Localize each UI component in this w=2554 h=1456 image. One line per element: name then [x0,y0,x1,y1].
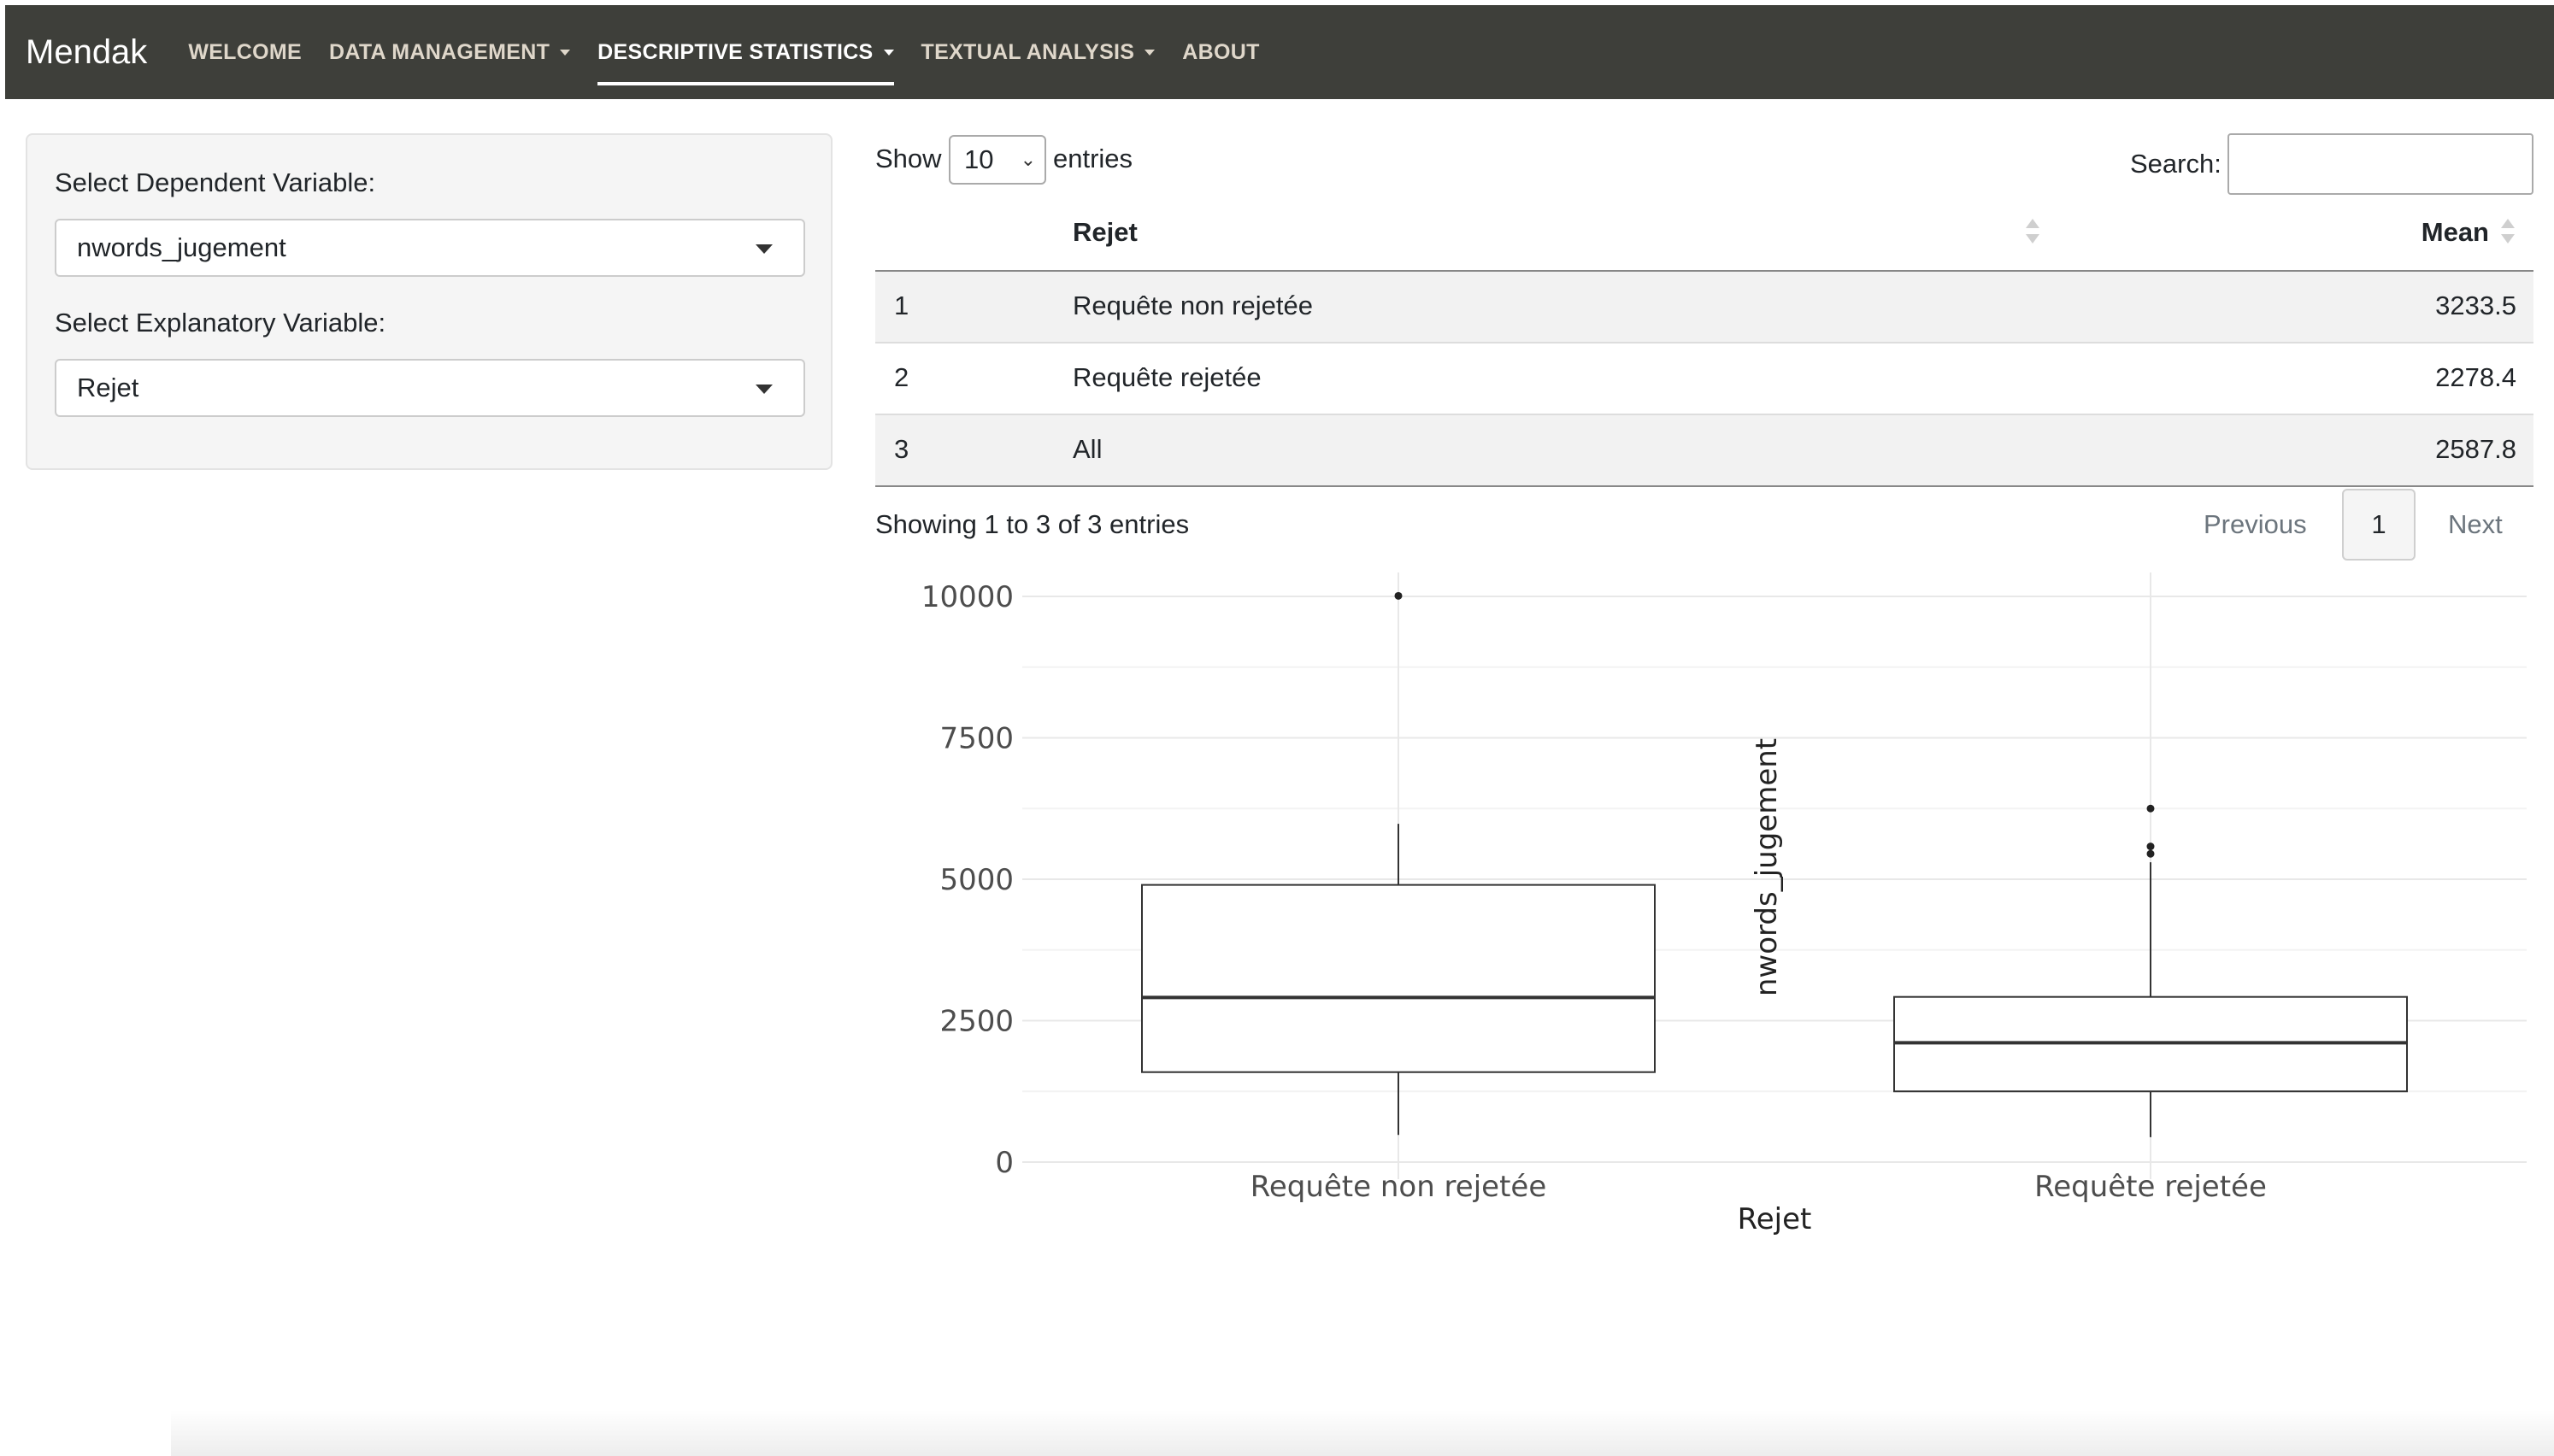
x-tick-label: Requête non rejetée [1251,1170,1547,1204]
cell-mean: 2587.8 [2435,434,2516,464]
page-length-select[interactable]: 10 ⌄ [949,135,1046,185]
search-label: Search: [2130,149,2222,179]
nav-about[interactable]: ABOUT [1168,5,1273,99]
y-tick-label: 0 [995,1146,1014,1180]
y-tick-label: 7500 [939,722,1014,756]
box-iqr [1141,884,1656,1073]
dependent-variable-select[interactable]: nwords_jugement [55,219,805,277]
cell-mean: 3233.5 [2435,291,2516,320]
cell-index: 2 [894,362,909,392]
brand-title[interactable]: Mendak [26,33,147,72]
cell-mean: 2278.4 [2435,362,2516,392]
y-tick-label: 2500 [939,1005,1014,1039]
show-label: Show [875,144,942,173]
dependent-variable-label: Select Dependent Variable: [55,167,376,197]
table-row: 3 All 2587.8 [875,415,2533,487]
chart-x-ticks: Requête non rejetée Requête rejetée [1251,1170,2267,1204]
outlier-point [1394,591,1403,600]
cell-rejet: All [1073,434,1103,464]
column-header-rejet[interactable]: Rejet [1073,217,1138,248]
table-row: 1 Requête non rejetée 3233.5 [875,272,2533,343]
cell-index: 3 [894,434,909,464]
sort-icon[interactable] [2026,217,2039,248]
cell-index: 1 [894,291,909,320]
nav-textual-analysis[interactable]: TEXTUAL ANALYSIS [908,5,1169,99]
cell-rejet: Requête non rejetée [1073,291,1313,320]
x-axis-label: Rejet [1738,1202,1812,1236]
dependent-variable-value: nwords_jugement [77,232,286,262]
entries-label: entries [1053,144,1133,173]
chart-y-ticks: 0 2500 5000 7500 10000 [921,580,1014,1180]
dropdown-arrow-icon [756,385,773,394]
boxplot-chart: 025005000750010000 Requête non rejetée Re… [921,572,2527,1236]
y-tick-label: 5000 [939,863,1014,897]
active-tab-indicator [597,82,894,85]
nav-data-management[interactable]: DATA MANAGEMENT [315,5,584,99]
chevron-down-icon [560,49,571,56]
outlier-point [2146,849,2155,858]
pagination-previous[interactable]: Previous [2204,509,2307,540]
y-axis-label: nwords_jugement [1750,738,1784,996]
nav-data-management-label: DATA MANAGEMENT [328,39,550,64]
cell-rejet: Requête rejetée [1073,362,1262,392]
explanatory-variable-select[interactable]: Rejet [55,359,805,417]
nav-welcome[interactable]: WELCOME [174,5,315,99]
outlier-point [2146,842,2155,851]
page-bottom-shadow [171,1410,2554,1456]
outlier-point [2146,804,2155,813]
search-input[interactable] [2227,133,2533,195]
nav-descriptive-statistics-label: DESCRIPTIVE STATISTICS [597,39,874,64]
explanatory-variable-value: Rejet [77,373,139,402]
chevron-down-icon [883,49,894,56]
dropdown-arrow-icon [756,244,773,254]
pagination-next[interactable]: Next [2448,509,2503,540]
nav-about-label: ABOUT [1182,39,1260,64]
sidebar-panel: Select Dependent Variable: nwords_jugeme… [26,133,833,470]
x-tick-label: Requête rejetée [2034,1170,2267,1204]
table-header: Rejet Mean [875,202,2533,272]
chevron-down-icon: ⌄ [1020,149,1036,170]
sort-icon[interactable] [2501,217,2515,248]
nav-descriptive-statistics[interactable]: DESCRIPTIVE STATISTICS [584,5,907,99]
table-row: 2 Requête rejetée 2278.4 [875,343,2533,415]
chevron-down-icon [1145,49,1156,56]
navbar: Mendak WELCOME DATA MANAGEMENT DESCRIPTI… [5,5,2554,99]
column-header-mean[interactable]: Mean [2422,217,2489,248]
nav-welcome-label: WELCOME [188,39,302,64]
nav-textual-analysis-label: TEXTUAL ANALYSIS [921,39,1135,64]
table-info: Showing 1 to 3 of 3 entries [875,509,1190,539]
pagination-page-1[interactable]: 1 [2342,489,2416,561]
page-length-value: 10 [964,144,994,174]
stats-table: Rejet Mean 1 Requête non rejetée 3233.5 … [875,202,2533,487]
y-tick-label: 10000 [921,580,1014,614]
explanatory-variable-label: Select Explanatory Variable: [55,308,386,338]
